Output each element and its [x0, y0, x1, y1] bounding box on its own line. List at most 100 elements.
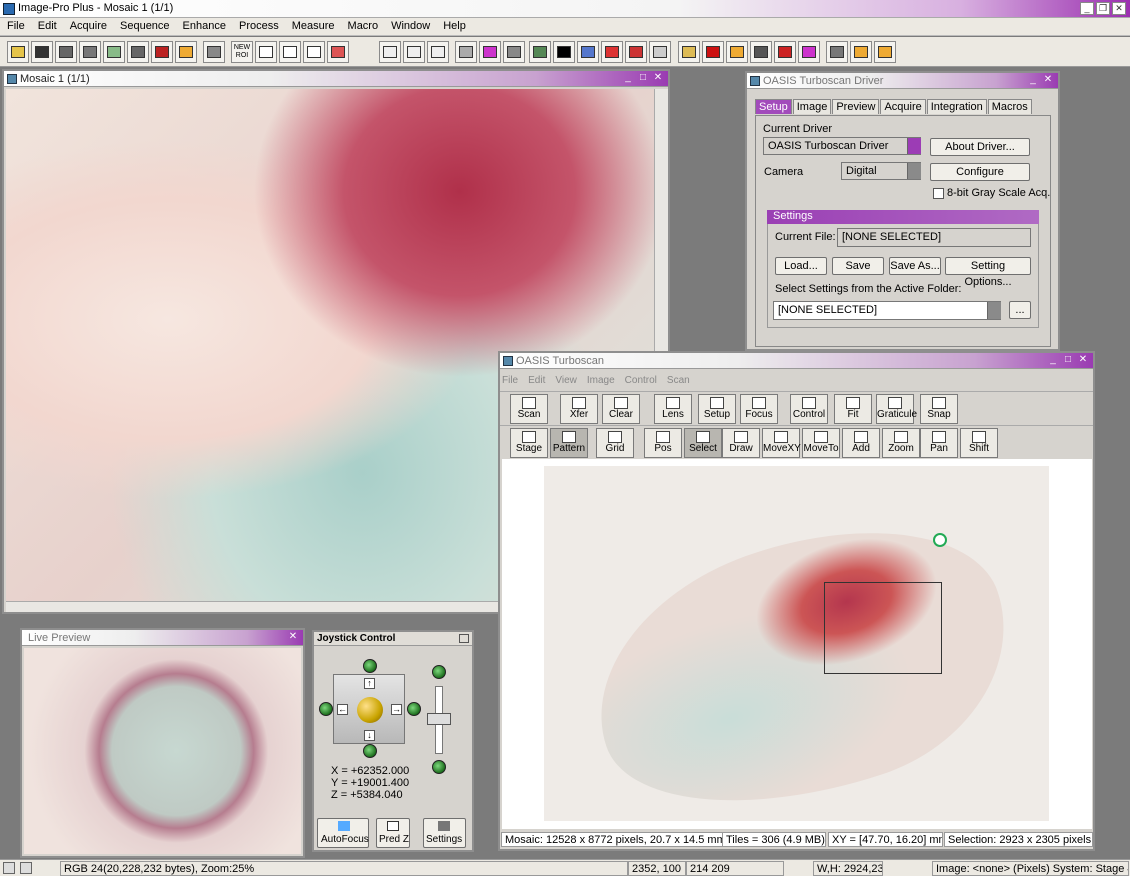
ellipsis-button[interactable]: ... — [1009, 301, 1031, 319]
zoom-icon[interactable] — [427, 41, 449, 63]
joystick-menu-button[interactable] — [459, 634, 469, 643]
z-slider-handle[interactable] — [427, 713, 451, 725]
about-driver-button[interactable]: About Driver... — [930, 138, 1030, 156]
joystick-pad[interactable]: ↑ ↓ ← → — [333, 674, 405, 744]
turboscan-maximize-button[interactable]: □ — [1061, 354, 1075, 367]
scan-canvas[interactable] — [502, 459, 1092, 853]
ts-snap-button[interactable]: Snap — [920, 394, 958, 424]
pencil-icon[interactable] — [327, 41, 349, 63]
turboscan-minimize-button[interactable]: _ — [1046, 354, 1060, 367]
script-icon[interactable] — [850, 41, 872, 63]
ts-menu-edit[interactable]: Edit — [528, 375, 545, 386]
mosaic-minimize-button[interactable]: _ — [621, 72, 635, 85]
configure-button[interactable]: Configure — [930, 163, 1030, 181]
envelope-icon[interactable] — [175, 41, 197, 63]
histogram-icon[interactable] — [455, 41, 477, 63]
ts-movexy-button[interactable]: MoveXY — [762, 428, 801, 458]
arrow-left-icon[interactable]: ← — [337, 704, 348, 715]
ts-grid-button[interactable]: Grid — [596, 428, 634, 458]
crosshair-icon[interactable] — [933, 533, 947, 547]
magnify-icon[interactable] — [379, 41, 401, 63]
live-preview-close-button[interactable]: ✕ — [286, 631, 300, 644]
crosshair-icon[interactable] — [553, 41, 575, 63]
ts-stage-button[interactable]: Stage — [510, 428, 548, 458]
menu-edit[interactable]: Edit — [31, 18, 63, 32]
menu-help[interactable]: Help — [436, 18, 472, 32]
ts-menu-view[interactable]: View — [555, 375, 577, 386]
ts-draw-button[interactable]: Draw — [722, 428, 760, 458]
setting-options-button[interactable]: Setting Options... — [945, 257, 1031, 288]
ts-xfer-button[interactable]: Xfer — [560, 394, 598, 424]
ts-menu-file[interactable]: File — [502, 375, 518, 386]
menu-sequence[interactable]: Sequence — [113, 18, 176, 32]
settings-dropdown-icon[interactable] — [987, 302, 1001, 319]
ts-add-button[interactable]: Add — [842, 428, 880, 458]
pred-z-button[interactable]: Pred Z — [376, 818, 410, 848]
app-minimize-button[interactable]: _ — [1080, 2, 1094, 15]
ts-menu-control[interactable]: Control — [625, 375, 657, 386]
menu-acquire[interactable]: Acquire — [63, 18, 113, 32]
snap-icon[interactable] — [750, 41, 772, 63]
live-preview-image[interactable] — [24, 648, 301, 854]
driver-minimize-button[interactable]: _ — [1026, 74, 1040, 87]
ts-scan-button[interactable]: Scan — [510, 394, 548, 424]
ts-control-button[interactable]: Control — [790, 394, 828, 424]
camera-dropdown-icon[interactable] — [907, 163, 921, 179]
ts-select-button[interactable]: Select — [684, 428, 722, 458]
save-icon[interactable] — [31, 41, 53, 63]
tab-integration[interactable]: Integration — [926, 99, 987, 114]
tab-acquire[interactable]: Acquire — [880, 99, 926, 114]
driver-dropdown-icon[interactable] — [907, 138, 921, 154]
ts-clear-button[interactable]: Clear — [602, 394, 640, 424]
ts-moveto-button[interactable]: MoveTo — [802, 428, 840, 458]
menu-enhance[interactable]: Enhance — [176, 18, 232, 32]
mosaic-hscroll[interactable] — [6, 601, 502, 612]
ellipse-icon[interactable] — [279, 41, 301, 63]
rectangle-icon[interactable] — [255, 41, 277, 63]
camera-icon[interactable] — [79, 41, 101, 63]
rotate-icon[interactable] — [103, 41, 125, 63]
nudge-left-button[interactable] — [319, 702, 333, 716]
app-close-button[interactable]: ✕ — [1112, 2, 1126, 15]
joystick-settings-button[interactable]: Settings — [423, 818, 466, 848]
spectrum-icon[interactable] — [479, 41, 501, 63]
print-icon[interactable] — [127, 41, 149, 63]
tab-preview[interactable]: Preview — [832, 99, 880, 114]
ts-focus-button[interactable]: Focus — [740, 394, 778, 424]
blank-icon[interactable] — [649, 41, 671, 63]
ts-shift-button[interactable]: Shift — [960, 428, 998, 458]
menu-measure[interactable]: Measure — [285, 18, 341, 32]
table-icon[interactable] — [577, 41, 599, 63]
mosaic-maximize-button[interactable]: □ — [636, 72, 650, 85]
ts-menu-image[interactable]: Image — [587, 375, 615, 386]
arrow-up-icon[interactable]: ↑ — [364, 678, 375, 689]
gray-scale-checkbox[interactable] — [933, 188, 944, 199]
freehand-icon[interactable] — [303, 41, 325, 63]
ts-menu-scan[interactable]: Scan — [667, 375, 690, 386]
chip-icon[interactable] — [702, 41, 724, 63]
z-down-button[interactable] — [432, 760, 446, 774]
menu-process[interactable]: Process — [232, 18, 285, 32]
hand-icon[interactable] — [403, 41, 425, 63]
run-icon[interactable] — [874, 41, 896, 63]
nudge-down-button[interactable] — [363, 744, 377, 758]
ts-pan-button[interactable]: Pan — [920, 428, 958, 458]
grid-icon[interactable] — [55, 41, 77, 63]
tab-setup[interactable]: Setup — [755, 99, 792, 114]
ts-fit-button[interactable]: Fit — [834, 394, 872, 424]
driver-close-button[interactable]: ✕ — [1041, 74, 1055, 87]
ts-lens-button[interactable]: Lens — [654, 394, 692, 424]
menu-file[interactable]: File — [0, 18, 31, 32]
ts-pos-button[interactable]: Pos — [644, 428, 682, 458]
new-roi-icon[interactable]: NEW ROI — [231, 41, 253, 63]
ts-pattern-button[interactable]: Pattern — [550, 428, 588, 458]
driver-select[interactable]: OASIS Turboscan Driver — [763, 137, 921, 155]
tab-macros[interactable]: Macros — [987, 99, 1032, 114]
selection-rectangle[interactable] — [824, 582, 942, 674]
settings-select[interactable]: [NONE SELECTED] — [773, 301, 1001, 320]
menu-macro[interactable]: Macro — [341, 18, 385, 32]
arrow-down-icon[interactable]: ↓ — [364, 730, 375, 741]
undo-icon[interactable] — [203, 41, 225, 63]
z-up-button[interactable] — [432, 665, 446, 679]
levels-icon[interactable] — [503, 41, 525, 63]
